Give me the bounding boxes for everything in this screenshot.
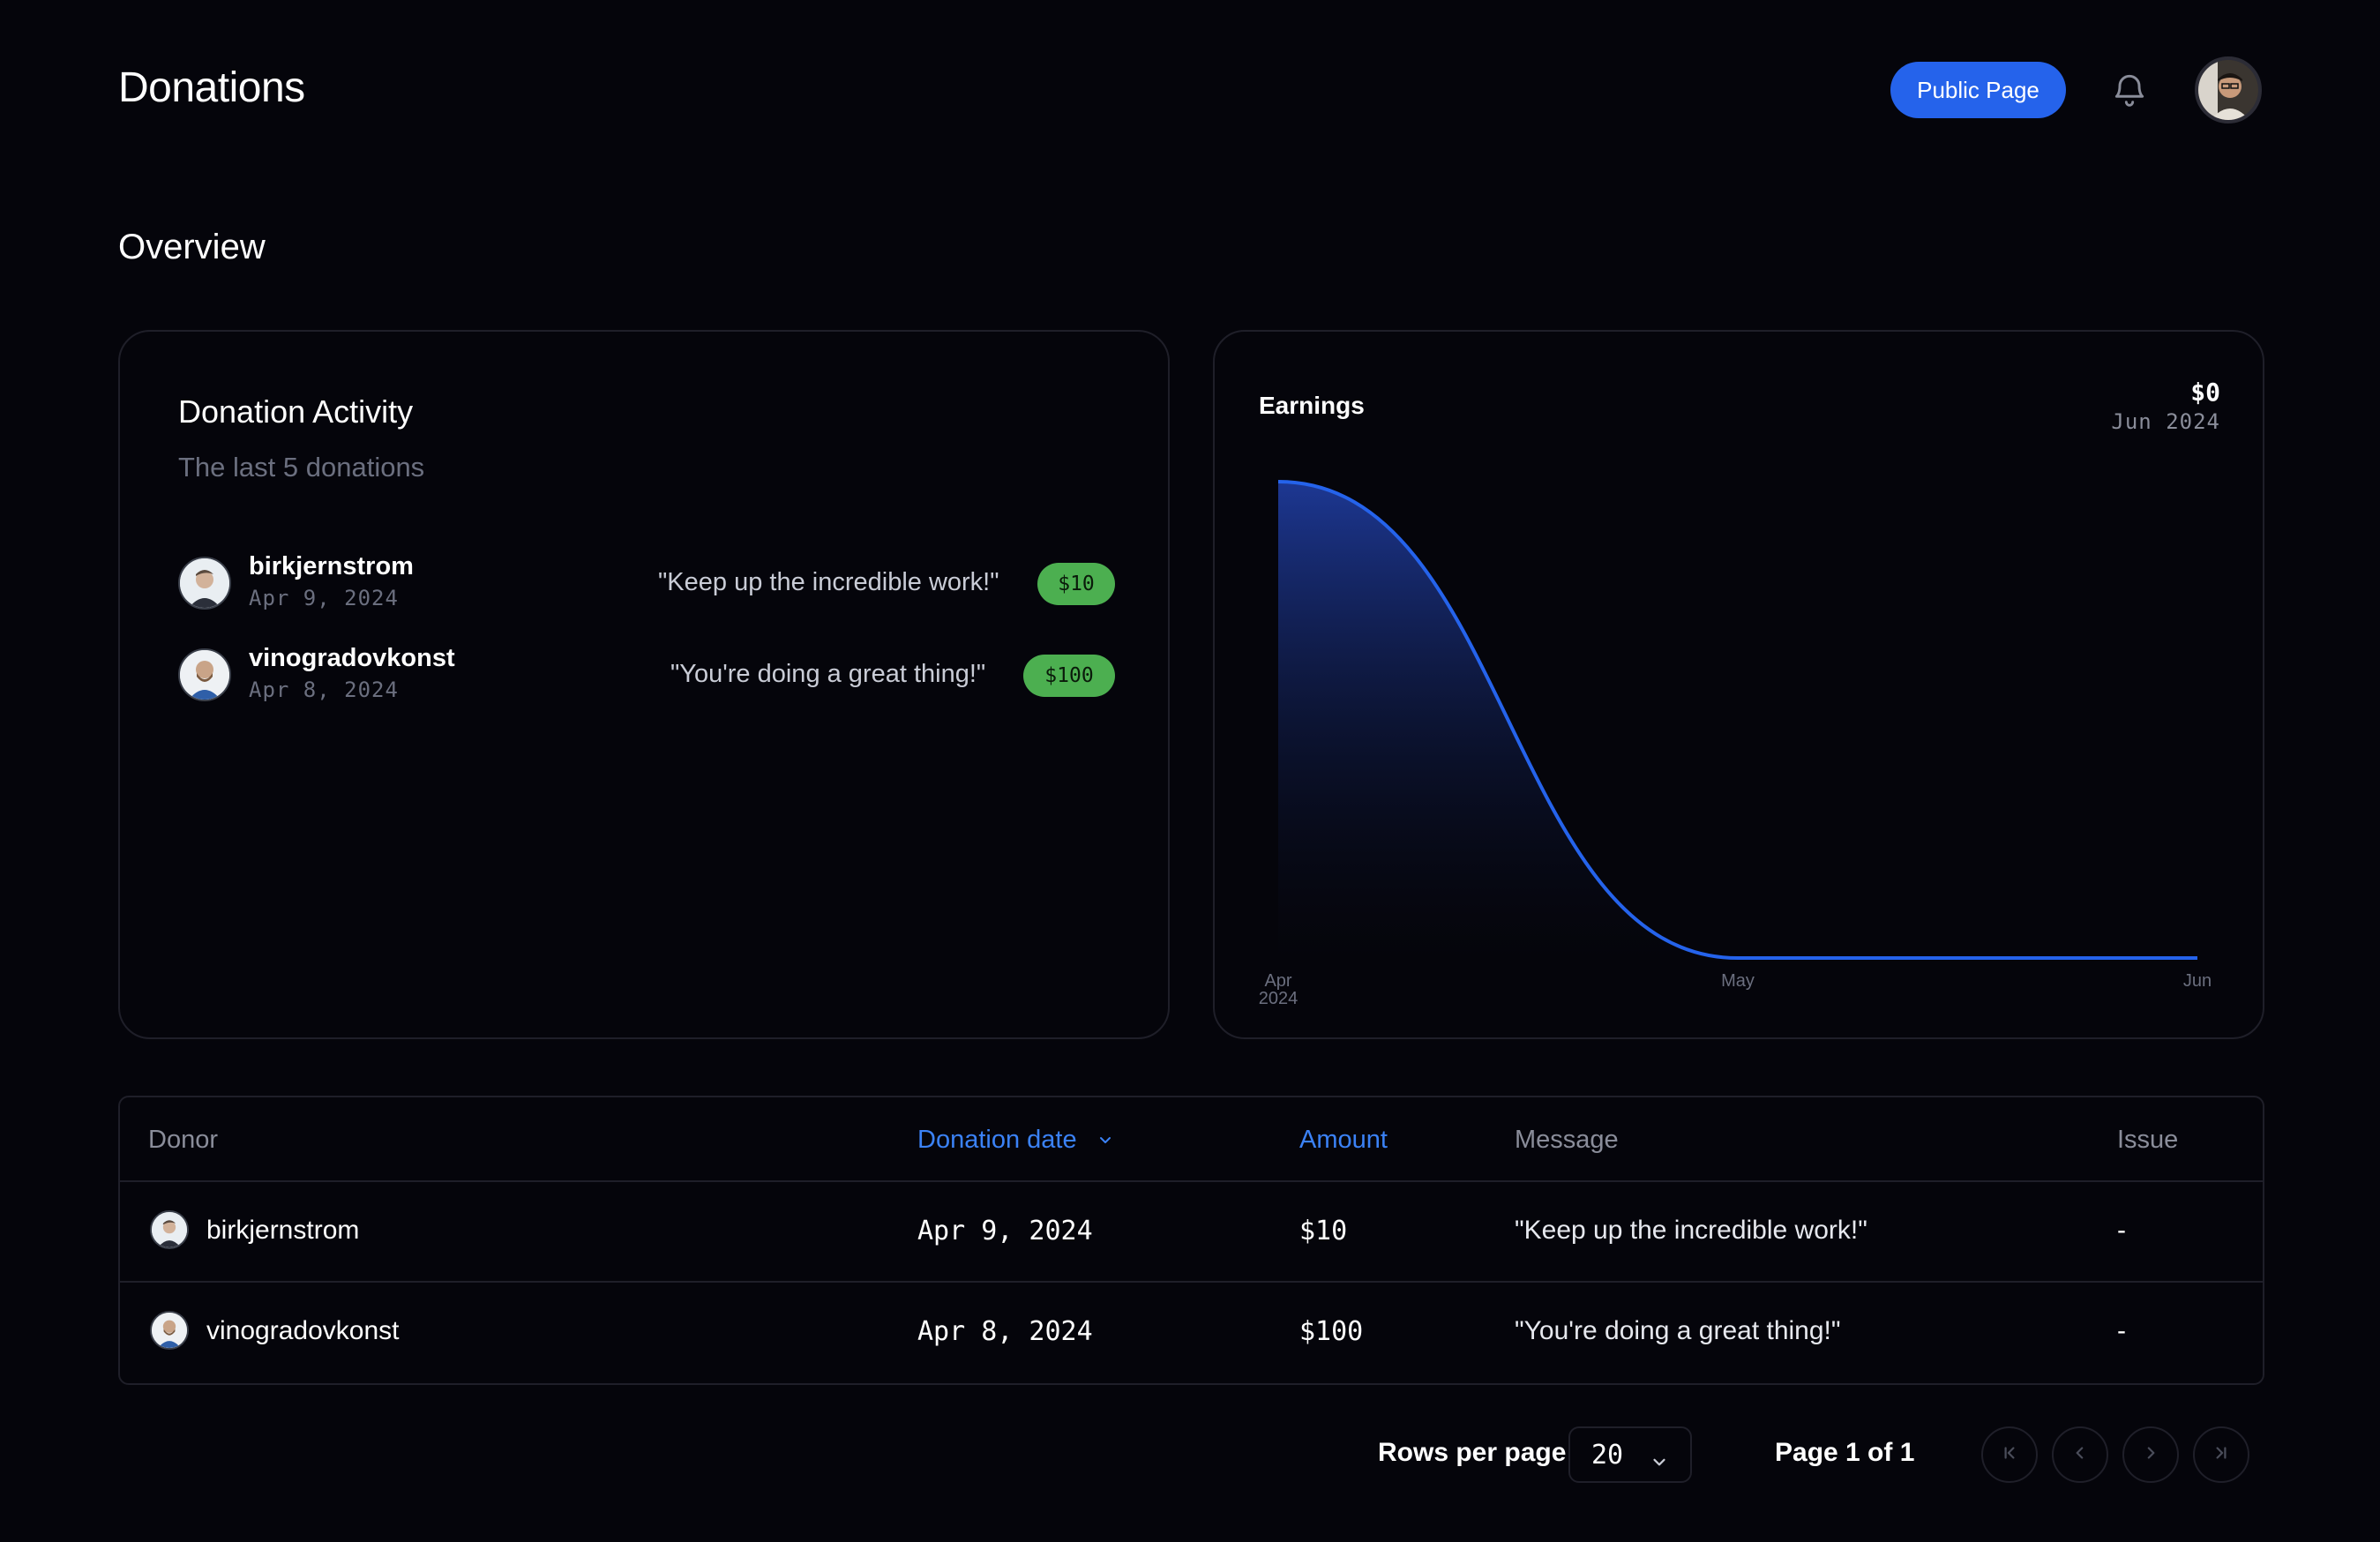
donor-name: vinogradovkonst — [249, 644, 455, 672]
donation-message: "You're doing a great thing!" — [670, 660, 986, 688]
x-tick-label: May — [1721, 971, 1755, 991]
chevron-down-icon — [1096, 1127, 1114, 1156]
activity-title: Donation Activity — [178, 393, 414, 430]
cell-message: "You're doing a great thing!" — [1515, 1316, 1841, 1345]
donations-table: Donor Donation date Amount Message Issue… — [118, 1096, 2264, 1385]
x-tick-label: Jun — [2183, 971, 2212, 991]
first-page-button[interactable] — [1981, 1426, 2038, 1483]
page-indicator: Page 1 of 1 — [1775, 1438, 1915, 1467]
column-header-label: Donation date — [917, 1126, 1077, 1154]
earnings-title: Earnings — [1259, 392, 1365, 419]
amount-badge: $100 — [1023, 655, 1115, 697]
donor-avatar — [150, 1210, 189, 1249]
column-header-message[interactable]: Message — [1515, 1126, 1619, 1155]
previous-page-button[interactable] — [2052, 1426, 2108, 1483]
activity-subtitle: The last 5 donations — [178, 452, 425, 483]
column-header-amount[interactable]: Amount — [1299, 1126, 1388, 1155]
donation-date: Apr 9, 2024 — [249, 586, 399, 610]
earnings-chart: Apr2024 May Jun — [1259, 480, 2212, 1008]
amount-badge: $10 — [1037, 563, 1115, 605]
cell-amount: $10 — [1299, 1216, 1348, 1246]
last-page-icon — [2212, 1443, 2231, 1467]
next-page-button[interactable] — [2122, 1426, 2179, 1483]
cell-donor: vinogradovkonst — [206, 1316, 400, 1345]
page-title: Donations — [118, 64, 305, 111]
donation-message: "Keep up the incredible work!" — [658, 568, 999, 596]
overview-heading: Overview — [118, 228, 266, 266]
earnings-value: $0 — [2190, 378, 2220, 407]
donor-name: birkjernstrom — [249, 552, 414, 580]
column-header-donor[interactable]: Donor — [148, 1126, 218, 1155]
donation-date: Apr 8, 2024 — [249, 677, 399, 702]
chevron-left-icon — [2070, 1443, 2090, 1467]
donation-activity-card: Donation Activity The last 5 donations b… — [118, 330, 1170, 1039]
donor-avatar — [178, 557, 231, 610]
cell-date: Apr 9, 2024 — [917, 1216, 1093, 1246]
rows-per-page-value: 20 — [1591, 1439, 1624, 1471]
cell-amount: $100 — [1299, 1316, 1364, 1347]
cell-issue: - — [2117, 1316, 2126, 1345]
first-page-icon — [2000, 1443, 2019, 1467]
x-tick-sublabel: 2024 — [1259, 989, 1299, 1008]
rows-per-page-select[interactable]: 20 — [1568, 1426, 1692, 1483]
x-tick-label: Apr — [1264, 971, 1291, 991]
earnings-card: Apr 2024 May Jun Earnings $0 Jun 2024 — [1213, 330, 2264, 1039]
public-page-button[interactable]: Public Page — [1890, 62, 2066, 118]
earnings-month: Jun 2024 — [2111, 409, 2220, 434]
cell-message: "Keep up the incredible work!" — [1515, 1216, 1867, 1245]
list-item[interactable]: birkjernstrom Apr 9, 2024 "Keep up the i… — [178, 552, 1115, 614]
cell-donor: birkjernstrom — [206, 1216, 360, 1245]
cell-date: Apr 8, 2024 — [917, 1316, 1093, 1347]
row-divider — [120, 1180, 2263, 1182]
chevron-down-icon — [1650, 1448, 1669, 1478]
cell-issue: - — [2117, 1216, 2126, 1245]
chevron-right-icon — [2141, 1443, 2160, 1467]
last-page-button[interactable] — [2193, 1426, 2249, 1483]
donor-avatar — [150, 1311, 189, 1350]
column-header-donation-date[interactable]: Donation date — [917, 1126, 1114, 1156]
donor-avatar — [178, 648, 231, 701]
rows-per-page-label: Rows per page — [1378, 1438, 1567, 1467]
bell-icon[interactable] — [2110, 70, 2149, 109]
list-item[interactable]: vinogradovkonst Apr 8, 2024 "You're doin… — [178, 644, 1115, 706]
row-divider — [120, 1281, 2263, 1283]
user-avatar[interactable] — [2195, 56, 2262, 124]
column-header-issue[interactable]: Issue — [2117, 1126, 2178, 1155]
earnings-area — [1278, 482, 2197, 958]
